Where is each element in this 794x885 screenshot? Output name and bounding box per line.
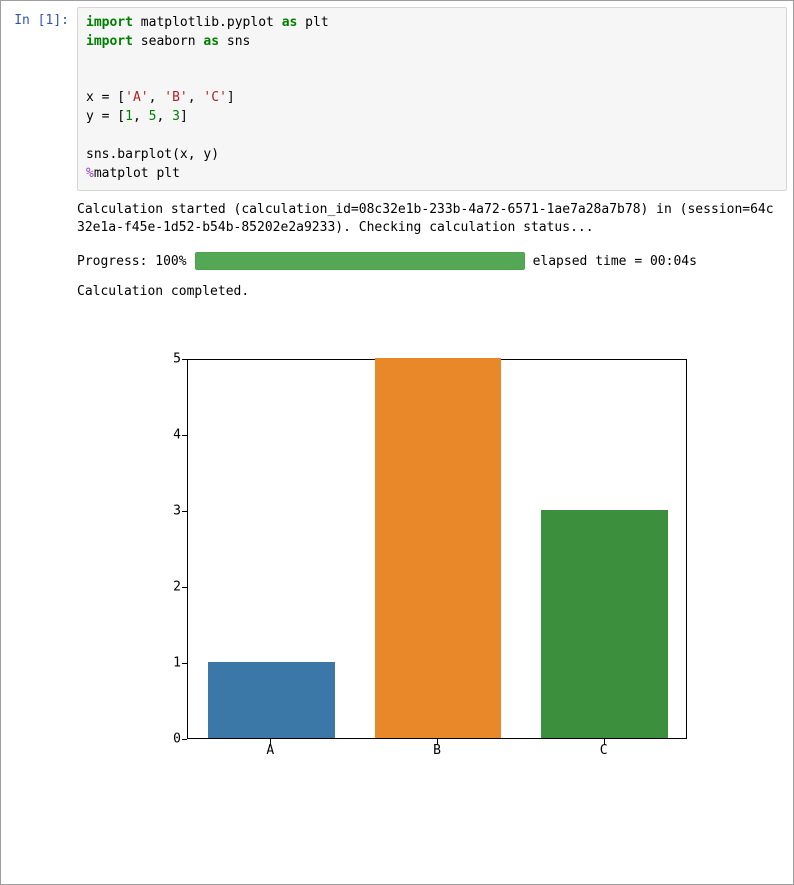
chart-bar — [375, 358, 502, 738]
chart-bar — [208, 662, 335, 738]
code-input[interactable]: import matplotlib.pyplot as plt import s… — [77, 7, 787, 191]
progress-label: Progress: 100% — [77, 254, 187, 269]
notebook-cell: In [1]: import matplotlib.pyplot as plt … — [0, 0, 794, 885]
status-text: Calculation started (calculation_id=08c3… — [77, 202, 774, 236]
output-completed: Calculation completed. — [77, 270, 787, 299]
ytick-mark — [182, 739, 187, 740]
ytick-label: 2 — [137, 580, 181, 595]
chart-bar — [541, 510, 668, 738]
input-prompt: In [1]: — [7, 7, 77, 28]
bar-chart: 012345ABC — [137, 359, 697, 769]
ytick-label: 0 — [137, 732, 181, 747]
input-row: In [1]: import matplotlib.pyplot as plt … — [7, 7, 787, 191]
prompt-label: In [1]: — [14, 13, 69, 28]
ytick-mark — [182, 359, 187, 360]
ytick-mark — [182, 435, 187, 436]
ytick-label: 3 — [137, 504, 181, 519]
completed-text: Calculation completed. — [77, 284, 249, 299]
progress-bar-fill — [196, 253, 524, 269]
ytick-mark — [182, 511, 187, 512]
ytick-label: 4 — [137, 428, 181, 443]
chart-output: 0 1 2 3 4 5 A B C — [77, 299, 787, 769]
ytick-label: 5 — [137, 352, 181, 367]
progress-bar — [195, 252, 525, 270]
plot-box — [187, 359, 687, 739]
output-status: Calculation started (calculation_id=08c3… — [77, 191, 787, 239]
xtick-label: A — [266, 743, 274, 758]
ytick-mark — [182, 663, 187, 664]
progress-row: Progress: 100% elapsed time = 00:04s — [77, 238, 787, 270]
xtick-label: B — [433, 743, 441, 758]
xtick-label: C — [600, 743, 608, 758]
ytick-label: 1 — [137, 656, 181, 671]
elapsed-time: elapsed time = 00:04s — [533, 254, 697, 269]
ytick-mark — [182, 587, 187, 588]
